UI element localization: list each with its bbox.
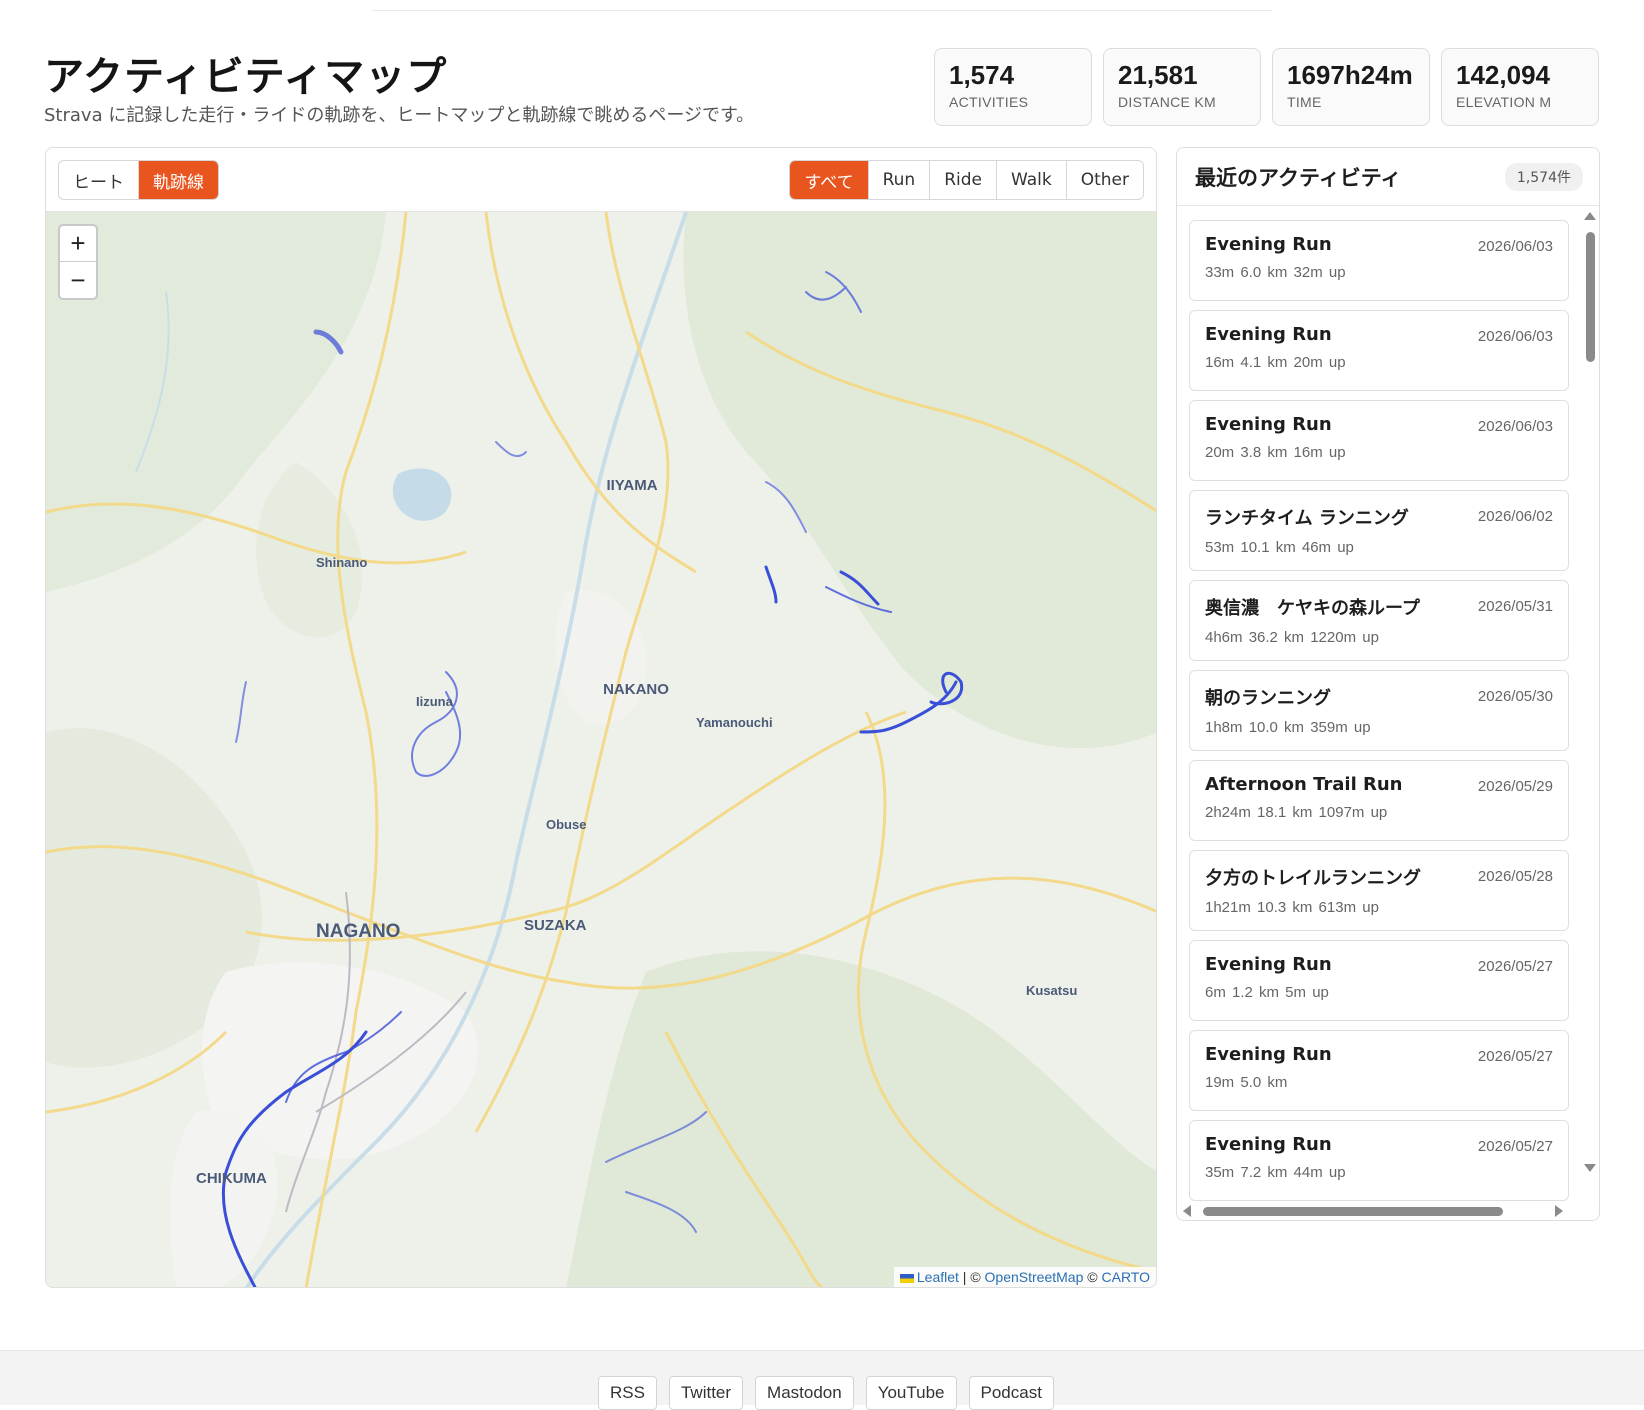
- carto-link[interactable]: CARTO: [1102, 1269, 1151, 1285]
- activity-item[interactable]: Evening Run 2026/06/03 20m 3.8 km 16m up: [1189, 400, 1569, 481]
- recent-activities-panel: 最近のアクティビティ 1,574件 Evening Run 2026/06/03 3…: [1176, 147, 1600, 1221]
- activity-date: 2026/06/02: [1477, 508, 1553, 525]
- activity-date: 2026/06/03: [1477, 418, 1553, 435]
- filter-ride-button[interactable]: Ride: [930, 161, 997, 199]
- stat-label: ELEVATION M: [1456, 93, 1552, 110]
- activity-date: 2026/05/28: [1477, 868, 1553, 885]
- view-mode-heat-button[interactable]: ヒート: [59, 161, 139, 199]
- place-label: Iizuna: [416, 694, 454, 709]
- activity-meta: 33m 6.0 km 32m up: [1205, 264, 1346, 281]
- activity-date: 2026/06/03: [1477, 238, 1553, 255]
- activity-date: 2026/05/30: [1477, 688, 1553, 705]
- scroll-left-arrow-icon[interactable]: [1183, 1205, 1191, 1217]
- stat-distance: 21,581 DISTANCE KM: [1103, 48, 1261, 126]
- map-tiles: IIYAMA Shinano NAKANO Yamanouchi Iizuna …: [46, 212, 1156, 1287]
- activity-list: Evening Run 2026/06/03 33m 6.0 km 32m up E…: [1189, 220, 1569, 1210]
- stat-label: DISTANCE KM: [1118, 93, 1216, 110]
- filter-walk-button[interactable]: Walk: [997, 161, 1067, 199]
- activity-date: 2026/06/03: [1477, 328, 1553, 345]
- activity-list-scroll[interactable]: Evening Run 2026/06/03 33m 6.0 km 32m up E…: [1177, 206, 1599, 1220]
- activity-meta: 16m 4.1 km 20m up: [1205, 354, 1346, 371]
- zoom-control: + −: [58, 224, 98, 300]
- place-label: CHIKUMA: [196, 1170, 267, 1187]
- activity-meta: 4h6m 36.2 km 1220m up: [1205, 629, 1379, 646]
- activity-date: 2026/05/31: [1477, 598, 1553, 615]
- stat-value: 142,094: [1456, 60, 1550, 90]
- filter-all-button[interactable]: すべて: [790, 161, 869, 199]
- vertical-scroll-thumb[interactable]: [1586, 232, 1595, 362]
- activity-item[interactable]: 奥信濃 ケヤキの森ループ 2026/05/31 4h6m 36.2 km 1220m…: [1189, 580, 1569, 661]
- filter-run-button[interactable]: Run: [869, 161, 931, 199]
- zoom-out-button[interactable]: −: [60, 262, 96, 298]
- zoom-in-button[interactable]: +: [60, 226, 96, 262]
- activity-item[interactable]: ランチタイム ランニング 2026/06/02 53m 10.1 km 46m up: [1189, 490, 1569, 571]
- activity-type-filter: すべて Run Ride Walk Other: [789, 160, 1144, 200]
- activity-item[interactable]: 夕方のトレイルランニング 2026/05/28 1h21m 10.3 km 613m…: [1189, 850, 1569, 931]
- map-panel: ヒート 軌跡線 すべて Run Ride Walk Other IIYAMA S…: [45, 147, 1157, 1288]
- stat-time: 1697h24m TIME: [1272, 48, 1430, 126]
- activity-meta: 53m 10.1 km 46m up: [1205, 539, 1354, 556]
- activity-meta: 35m 7.2 km 44m up: [1205, 1164, 1346, 1181]
- view-mode-toggle: ヒート 軌跡線: [58, 160, 219, 200]
- map-canvas[interactable]: IIYAMA Shinano NAKANO Yamanouchi Iizuna …: [46, 212, 1156, 1287]
- activity-item[interactable]: Evening Run 2026/05/27 6m 1.2 km 5m up: [1189, 940, 1569, 1021]
- map-toolbar: ヒート 軌跡線 すべて Run Ride Walk Other: [46, 148, 1156, 212]
- page-subtitle: Strava に記録した走行・ライドの軌跡を、ヒートマップと軌跡線で眺めるページ…: [44, 105, 755, 126]
- osm-link[interactable]: OpenStreetMap: [985, 1269, 1084, 1285]
- activity-date: 2026/05/27: [1477, 958, 1553, 975]
- footer: RSS Twitter Mastodon YouTube Podcast: [0, 1350, 1644, 1410]
- stat-label: ACTIVITIES: [949, 93, 1029, 110]
- sidebar-header: 最近のアクティビティ 1,574件: [1177, 148, 1599, 206]
- place-label: NAKANO: [603, 681, 669, 698]
- attribution-copy: ©: [1083, 1269, 1102, 1285]
- stat-activities: 1,574 ACTIVITIES: [934, 48, 1092, 126]
- filter-other-button[interactable]: Other: [1067, 161, 1143, 199]
- place-label: SUZAKA: [524, 917, 587, 934]
- stats-row: 1,574 ACTIVITIES 21,581 DISTANCE KM 1697…: [934, 48, 1599, 126]
- activity-meta: 20m 3.8 km 16m up: [1205, 444, 1346, 461]
- vertical-scrollbar[interactable]: [1583, 212, 1597, 1172]
- page-title: アクティビティマップ: [44, 54, 448, 100]
- place-label: NAGANO: [316, 921, 400, 942]
- activity-date: 2026/05/27: [1477, 1048, 1553, 1065]
- stat-label: TIME: [1287, 93, 1322, 110]
- stat-value: 21,581: [1118, 60, 1198, 90]
- place-label: Kusatsu: [1026, 983, 1077, 998]
- view-mode-tracks-button[interactable]: 軌跡線: [139, 161, 218, 199]
- activity-item[interactable]: Evening Run 2026/06/03 33m 6.0 km 32m up: [1189, 220, 1569, 301]
- place-label: IIYAMA: [606, 477, 657, 494]
- leaflet-link[interactable]: Leaflet: [917, 1269, 959, 1285]
- place-label: Shinano: [316, 555, 367, 570]
- scroll-down-arrow-icon[interactable]: [1584, 1164, 1596, 1172]
- activity-date: 2026/05/29: [1477, 778, 1553, 795]
- horizontal-scrollbar[interactable]: [1183, 1204, 1563, 1218]
- map-attribution: Leaflet | © OpenStreetMap © CARTO: [893, 1267, 1156, 1287]
- place-label: Yamanouchi: [696, 715, 773, 730]
- scroll-up-arrow-icon[interactable]: [1584, 212, 1596, 220]
- activity-meta: 2h24m 18.1 km 1097m up: [1205, 804, 1388, 821]
- top-divider: [372, 10, 1272, 11]
- activity-count-badge: 1,574件: [1504, 162, 1583, 191]
- activity-item[interactable]: 朝のランニング 2026/05/30 1h8m 10.0 km 359m up: [1189, 670, 1569, 751]
- activity-meta: 19m 5.0 km: [1205, 1074, 1288, 1091]
- scroll-right-arrow-icon[interactable]: [1555, 1205, 1563, 1217]
- sidebar-title: 最近のアクティビティ: [1195, 165, 1402, 190]
- activity-date: 2026/05/27: [1477, 1138, 1553, 1155]
- stat-value: 1,574: [949, 60, 1015, 90]
- place-label: Obuse: [546, 817, 586, 832]
- activity-item[interactable]: Afternoon Trail Run 2026/05/29 2h24m 18.1 …: [1189, 760, 1569, 841]
- stat-value: 1697h24m: [1287, 60, 1413, 90]
- activity-item[interactable]: Evening Run 2026/05/27 35m 7.2 km 44m up: [1189, 1120, 1569, 1201]
- stat-elevation: 142,094 ELEVATION M: [1441, 48, 1599, 126]
- activity-meta: 1h21m 10.3 km 613m up: [1205, 899, 1379, 916]
- activity-meta: 6m 1.2 km 5m up: [1205, 984, 1329, 1001]
- activity-item[interactable]: Evening Run 2026/06/03 16m 4.1 km 20m up: [1189, 310, 1569, 391]
- activity-meta: 1h8m 10.0 km 359m up: [1205, 719, 1371, 736]
- ukraine-flag-icon: [899, 1273, 914, 1283]
- horizontal-scroll-thumb[interactable]: [1203, 1207, 1503, 1216]
- activity-item[interactable]: Evening Run 2026/05/27 19m 5.0 km: [1189, 1030, 1569, 1111]
- attribution-separator: | ©: [958, 1269, 985, 1285]
